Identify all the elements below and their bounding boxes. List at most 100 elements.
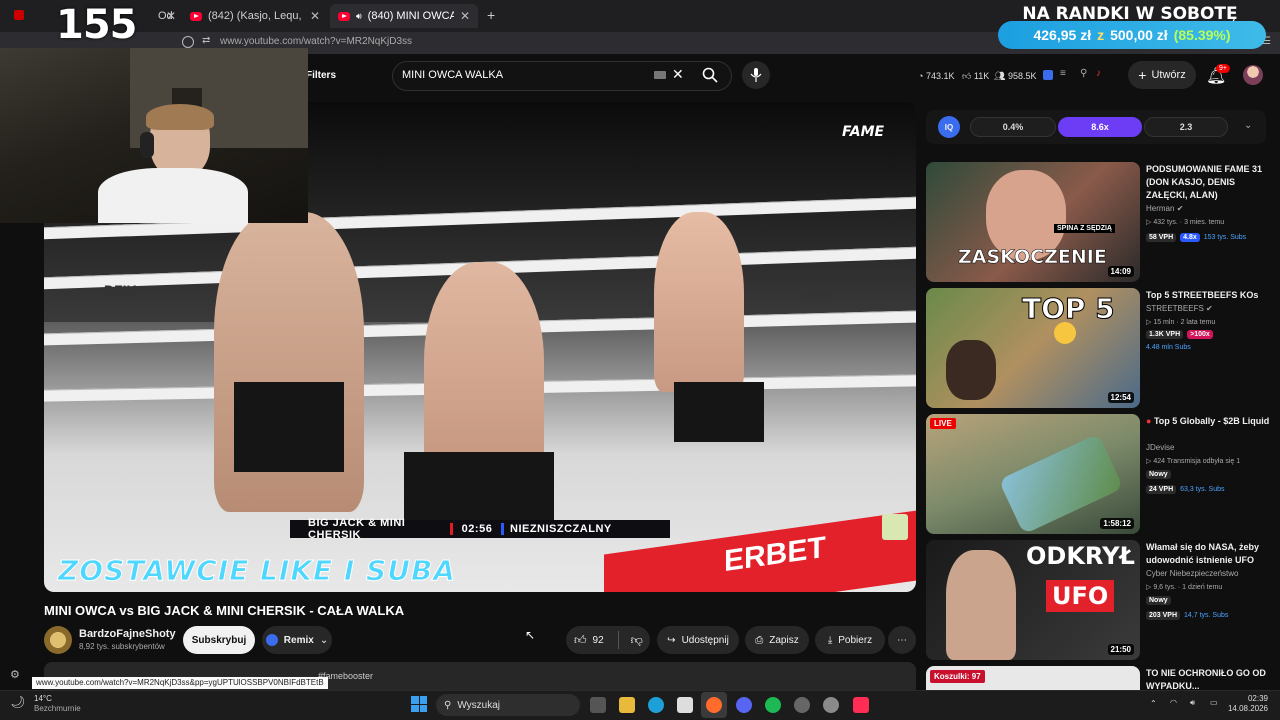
thumb-down-icon[interactable]: 👎︎ [631, 633, 643, 648]
tab-close-icon[interactable]: ✕ [310, 9, 320, 23]
thumb-subtext: SPINA Z SĘDZIĄ [1054, 224, 1115, 233]
vidiq-logo[interactable]: IQ [938, 116, 960, 138]
status-url: www.youtube.com/watch?v=MR2NqKjD3ss&pp=y… [32, 677, 328, 689]
vidiq-metric-highlight: 8.6x [1058, 117, 1142, 137]
share-button[interactable]: ↪ Udostępnij [657, 626, 739, 654]
related-channel[interactable]: Herman ✔ [1146, 204, 1183, 213]
subs-value: 958.5K [1007, 71, 1037, 81]
video-caption: ZOSTAWCIE LIKE I SUBA [58, 554, 456, 588]
site-info-icon[interactable] [182, 36, 194, 48]
store-icon[interactable] [677, 697, 693, 713]
related-title[interactable]: Włamał się do NASA, żeby udowodnić istni… [1146, 541, 1270, 567]
related-title[interactable]: PODSUMOWANIE FAME 31 (DON KASJO, DENIS Z… [1146, 163, 1270, 202]
volume-icon[interactable]: 🔊︎ [1190, 698, 1195, 708]
channel-name[interactable]: BardzoFajneShoty [79, 628, 176, 640]
start-button[interactable] [411, 696, 427, 712]
tray-chevron-icon[interactable]: ⌃ [1150, 699, 1157, 708]
like-count[interactable]: 92 [593, 635, 604, 646]
create-button[interactable]: + Utwórz [1128, 61, 1196, 89]
likes-value: 11K [973, 71, 990, 81]
taskbar-search[interactable]: ⚲ Wyszukaj [436, 694, 580, 716]
chevron-down-icon: ⌄ [319, 634, 329, 646]
chevron-down-icon[interactable]: ⌄ [1244, 120, 1252, 131]
remix-icon [265, 634, 278, 646]
related-title[interactable]: Top 5 STREETBEEFS KOs [1146, 289, 1270, 302]
spotify-icon[interactable] [765, 697, 781, 713]
firefox-icon[interactable] [706, 697, 722, 713]
stream-counter: 155 [56, 2, 137, 48]
bell-alert-icon[interactable]: ♪ [1096, 68, 1101, 79]
browser-tab-active[interactable]: 🔊︎ (840) MINI OWCA vs BIG JA ✕ [330, 4, 478, 28]
related-stats: 1.3K VPH >100x [1146, 330, 1217, 339]
weather-icon[interactable]: 🌙︎ [10, 695, 25, 709]
tune-icon[interactable]: ⇄ [202, 35, 210, 46]
donation-current: 426,95 zł [1033, 27, 1092, 43]
weather-temp: 14°C [34, 694, 52, 703]
related-thumbnail[interactable]: TOP 5 12:54 [926, 288, 1140, 408]
account-avatar[interactable] [1243, 65, 1263, 85]
download-button[interactable]: ⤓ Pobierz [815, 626, 885, 654]
file-explorer-icon[interactable] [619, 697, 635, 713]
remix-label: Remix [283, 634, 314, 646]
browser-tab[interactable]: (842) (Kasjo, Lequ, Szachta, Taaz ✕ [182, 4, 328, 28]
discord-icon[interactable] [736, 697, 752, 713]
settings-app-icon[interactable] [823, 697, 839, 713]
filters-button[interactable]: Filters [306, 70, 336, 81]
more-actions-button[interactable]: ⋯ [888, 626, 916, 654]
related-thumbnail[interactable]: ODKRYŁ UFO 21:50 [926, 540, 1140, 660]
related-channel[interactable]: STREETBEEFS ✔ [1146, 304, 1213, 313]
search-button[interactable] [696, 61, 724, 89]
steam-icon[interactable] [794, 697, 810, 713]
related-thumbnail[interactable]: LIVE 1:58:12 [926, 414, 1140, 534]
bookmark-icon: ⎙ [755, 634, 764, 646]
subscribe-button[interactable]: Subskrybuj [183, 626, 255, 654]
thumb-icon: 👍︎ [962, 71, 974, 81]
duration-badge: 14:09 [1107, 266, 1134, 277]
taskbar-search-label: Wyszukaj [457, 699, 501, 711]
settings-icon[interactable]: ⚙ [10, 668, 20, 681]
clock-date[interactable]: 14.08.2026 [1216, 704, 1268, 713]
duration-badge: 21:50 [1107, 644, 1134, 655]
related-subs: 4.48 mln Subs [1146, 344, 1191, 351]
notification-badge: 9+ [1216, 64, 1230, 73]
create-label: Utwórz [1151, 69, 1186, 81]
tab-close-icon[interactable]: ✕ [166, 9, 176, 23]
subs-stat: 👥︎ 958.5K [994, 71, 1036, 82]
tab-close-icon[interactable]: ✕ [460, 9, 470, 23]
related-meta: ▷ 432 tys. · 3 mies. temu [1146, 219, 1225, 226]
clear-search-icon[interactable]: ✕ [672, 66, 684, 83]
keyboard-icon[interactable] [654, 71, 666, 79]
duration-badge: 12:54 [1107, 392, 1134, 403]
fighter-shorts [674, 382, 764, 442]
scoreboard-right: NIEZNISZCZALNY [510, 523, 612, 535]
video-title: MINI OWCA vs BIG JACK & MINI CHERSIK - C… [44, 603, 405, 618]
youtube-icon [338, 11, 350, 21]
clock-time[interactable]: 02:39 [1230, 694, 1268, 703]
iq-extension-icon[interactable] [1043, 70, 1053, 80]
remix-button[interactable]: Remix ⌄ [262, 626, 332, 654]
filter-icon[interactable]: ⚲ [1080, 68, 1087, 79]
people-icon: 👥︎ [994, 71, 1008, 81]
tiktok-icon[interactable] [853, 697, 869, 713]
related-channel[interactable]: JDevise [1146, 443, 1174, 452]
sponsor-logo: DZIK [804, 288, 832, 302]
new-tab-icon[interactable]: + [487, 7, 495, 23]
save-button[interactable]: ⎙ Zapisz [745, 626, 809, 654]
channel-avatar[interactable] [44, 626, 72, 654]
network-icon[interactable]: ◠ [1170, 698, 1177, 707]
related-title[interactable]: ● Top 5 Globally - $2B Liquid [1146, 415, 1270, 428]
fighter-shorts [404, 452, 554, 522]
related-channel[interactable]: Cyber Niebezpieczeństwo [1146, 569, 1239, 578]
list-icon[interactable]: ≡ [1060, 68, 1066, 79]
related-thumbnail[interactable]: ZASKOCZENIE SPINA Z SĘDZIĄ 14:09 [926, 162, 1140, 282]
related-thumbnail[interactable]: Koszulki: 97 [926, 666, 1140, 690]
task-view-icon[interactable] [590, 697, 606, 713]
voice-search-button[interactable] [742, 61, 770, 89]
url-field[interactable]: www.youtube.com/watch?v=MR2NqKjD3ss [220, 36, 412, 47]
edge-icon[interactable] [648, 697, 664, 713]
related-stats: 203 VPH 14,7 tys. Subs [1146, 611, 1228, 620]
search-input[interactable]: MINI OWCA WALKA [402, 69, 503, 81]
related-meta: ▷ 15 mln · 2 lata temu [1146, 319, 1216, 326]
thumb-up-icon[interactable]: 👍︎ [574, 633, 587, 648]
search-icon [702, 67, 718, 83]
